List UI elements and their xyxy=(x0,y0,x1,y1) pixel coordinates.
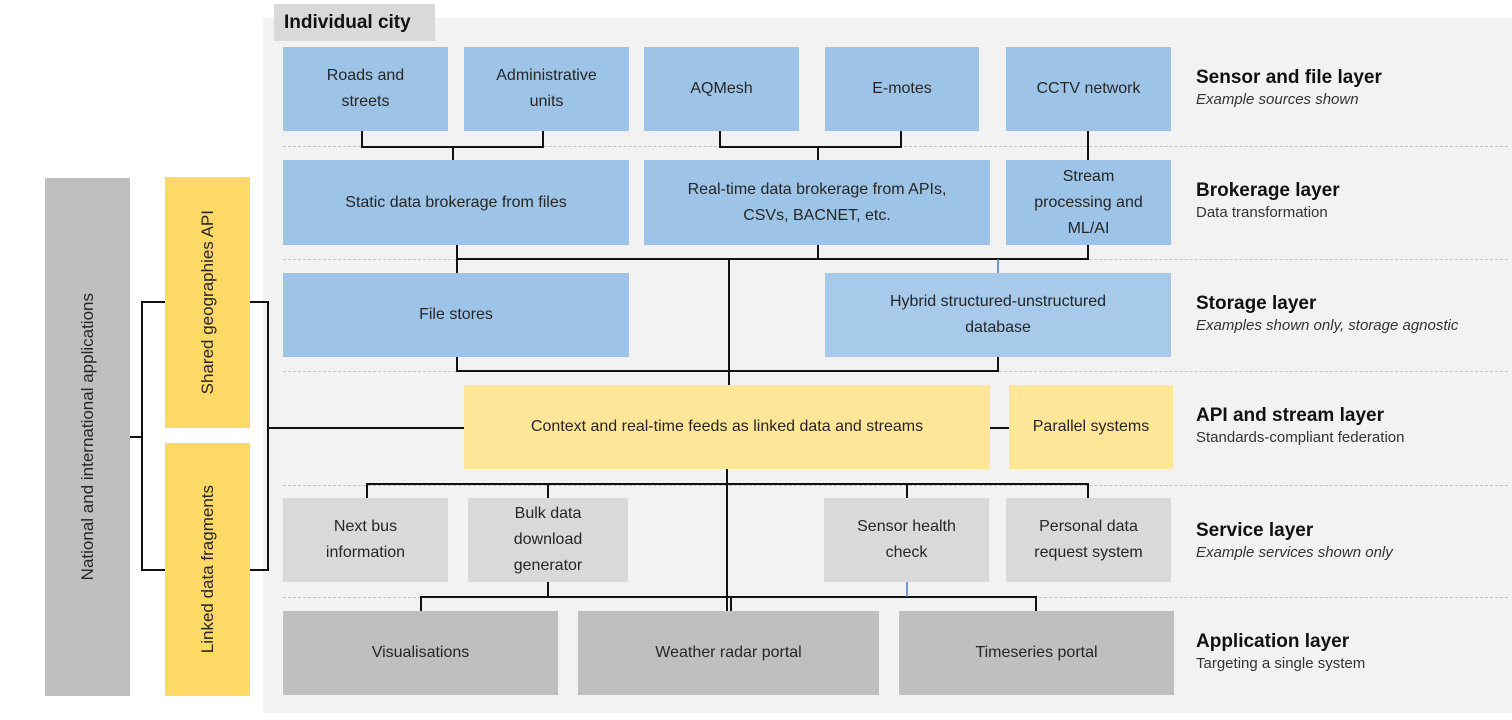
city-label: Individual city xyxy=(274,4,435,41)
shared-geographies-label: Shared geographies API xyxy=(197,210,217,395)
layer-subtitle: Example sources shown xyxy=(1196,91,1359,108)
layer-divider xyxy=(283,597,1508,598)
source-roads: Roads and streets xyxy=(283,47,448,131)
layer-subtitle: Data transformation xyxy=(1196,204,1328,221)
layer-label-application: Application layer Targeting a single sys… xyxy=(1196,630,1365,674)
layer-subtitle: Examples shown only, storage agnostic xyxy=(1196,317,1459,334)
service-sensor-health: Sensor health check xyxy=(824,498,989,582)
layer-divider xyxy=(283,146,1508,147)
storage-file-stores: File stores xyxy=(283,273,629,357)
service-next-bus: Next bus information xyxy=(283,498,448,582)
brokerage-realtime: Real-time data brokerage from APIs, CSVs… xyxy=(644,160,990,245)
storage-hybrid-db: Hybrid structured-unstructured database xyxy=(825,273,1171,357)
source-admin-units: Administrative units xyxy=(464,47,629,131)
layer-label-api: API and stream layer Standards-compliant… xyxy=(1196,404,1404,448)
layer-title: Application layer xyxy=(1196,631,1350,652)
national-apps-label: National and international applications xyxy=(77,293,97,581)
layer-label-storage: Storage layer Examples shown only, stora… xyxy=(1196,292,1458,336)
layer-subtitle: Example services shown only xyxy=(1196,544,1393,561)
layer-divider xyxy=(283,259,1508,260)
linked-fragments-label: Linked data fragments xyxy=(197,485,217,654)
api-parallel-systems: Parallel systems xyxy=(1009,385,1173,469)
source-aqmesh: AQMesh xyxy=(644,47,799,131)
layer-subtitle: Standards-compliant federation xyxy=(1196,429,1405,446)
layer-label-sensor: Sensor and file layer Example sources sh… xyxy=(1196,66,1382,110)
layer-title: Sensor and file layer xyxy=(1196,67,1382,88)
layer-title: Brokerage layer xyxy=(1196,180,1340,201)
app-timeseries: Timeseries portal xyxy=(899,611,1174,695)
source-cctv: CCTV network xyxy=(1006,47,1171,131)
layer-divider xyxy=(283,485,1508,486)
layer-label-service: Service layer Example services shown onl… xyxy=(1196,519,1393,563)
layer-title: API and stream layer xyxy=(1196,405,1384,426)
source-emotes: E-motes xyxy=(825,47,979,131)
brokerage-static: Static data brokerage from files xyxy=(283,160,629,245)
app-weather-radar: Weather radar portal xyxy=(578,611,879,695)
layer-title: Service layer xyxy=(1196,520,1314,541)
layer-divider xyxy=(283,371,1508,372)
api-context-feeds: Context and real-time feeds as linked da… xyxy=(464,385,990,469)
national-apps-box: National and international applications xyxy=(45,178,130,696)
linked-fragments-box: Linked data fragments xyxy=(165,443,250,696)
brokerage-stream: Stream processing and ML/AI xyxy=(1006,160,1171,245)
app-visualisations: Visualisations xyxy=(283,611,558,695)
shared-geographies-box: Shared geographies API xyxy=(165,177,250,428)
layer-title: Storage layer xyxy=(1196,293,1317,314)
service-personal-data: Personal data request system xyxy=(1006,498,1171,582)
layer-label-brokerage: Brokerage layer Data transformation xyxy=(1196,179,1340,223)
layer-subtitle: Targeting a single system xyxy=(1196,655,1366,672)
service-bulk-download: Bulk data download generator xyxy=(468,498,628,582)
